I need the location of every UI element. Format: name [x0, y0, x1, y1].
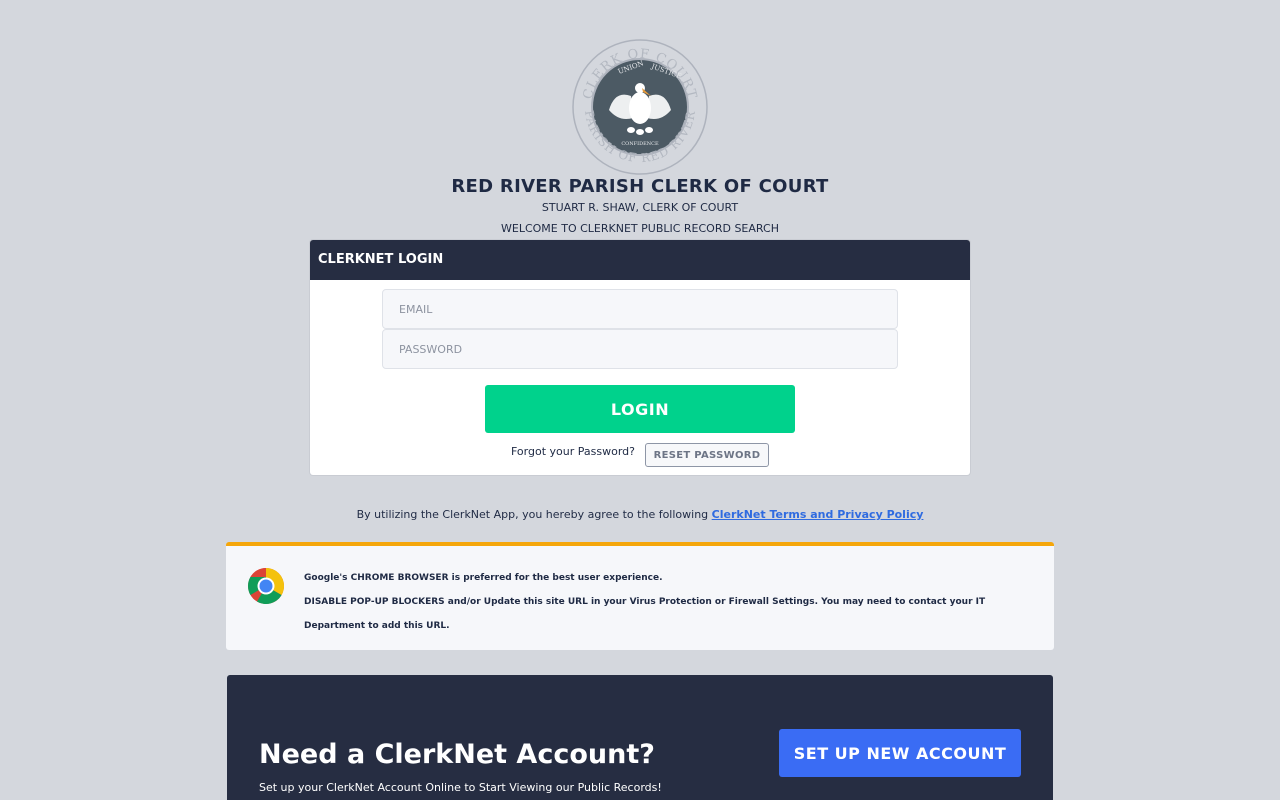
- clerk-name: STUART R. SHAW, CLERK OF COURT: [541, 201, 739, 214]
- setup-new-account-button[interactable]: SET UP NEW ACCOUNT: [779, 729, 1021, 777]
- account-subtitle: Set up your ClerkNet Account Online to S…: [259, 781, 662, 794]
- login-card: CLERKNET LOGIN LOGIN Forgot your Passwor…: [310, 240, 970, 475]
- notice-line-chrome: Google's CHROME BROWSER is preferred for…: [304, 573, 663, 583]
- reset-password-button[interactable]: RESET PASSWORD: [645, 443, 769, 467]
- notice-text: Google's CHROME BROWSER is preferred for…: [304, 566, 1004, 638]
- notice-line-popup: DISABLE POP-UP BLOCKERS and/or Update th…: [304, 597, 986, 631]
- email-field[interactable]: [382, 289, 898, 329]
- terms-privacy-link[interactable]: ClerkNet Terms and Privacy Policy: [712, 508, 924, 521]
- terms-prefix: By utilizing the ClerkNet App, you hereb…: [356, 508, 709, 521]
- seal-icon: CLERK OF COURT PARISH OF RED RIVER UNION…: [572, 39, 708, 175]
- browser-notice: Google's CHROME BROWSER is preferred for…: [226, 542, 1054, 650]
- login-card-heading: CLERKNET LOGIN: [310, 240, 970, 280]
- account-signup-panel: Need a ClerkNet Account? Set up your Cle…: [227, 675, 1053, 800]
- login-button[interactable]: LOGIN: [485, 385, 795, 433]
- chrome-icon: [247, 567, 285, 605]
- account-title: Need a ClerkNet Account?: [259, 739, 655, 770]
- forgot-password-text: Forgot your Password?: [511, 445, 635, 458]
- terms-notice: By utilizing the ClerkNet App, you hereb…: [0, 508, 1280, 521]
- page-title: RED RIVER PARISH CLERK OF COURT: [451, 176, 829, 197]
- welcome-text: WELCOME TO CLERKNET PUBLIC RECORD SEARCH: [501, 222, 779, 235]
- parish-seal-logo: CLERK OF COURT PARISH OF RED RIVER UNION…: [571, 38, 709, 176]
- password-field[interactable]: [382, 329, 898, 369]
- svg-text:CONFIDENCE: CONFIDENCE: [621, 141, 659, 147]
